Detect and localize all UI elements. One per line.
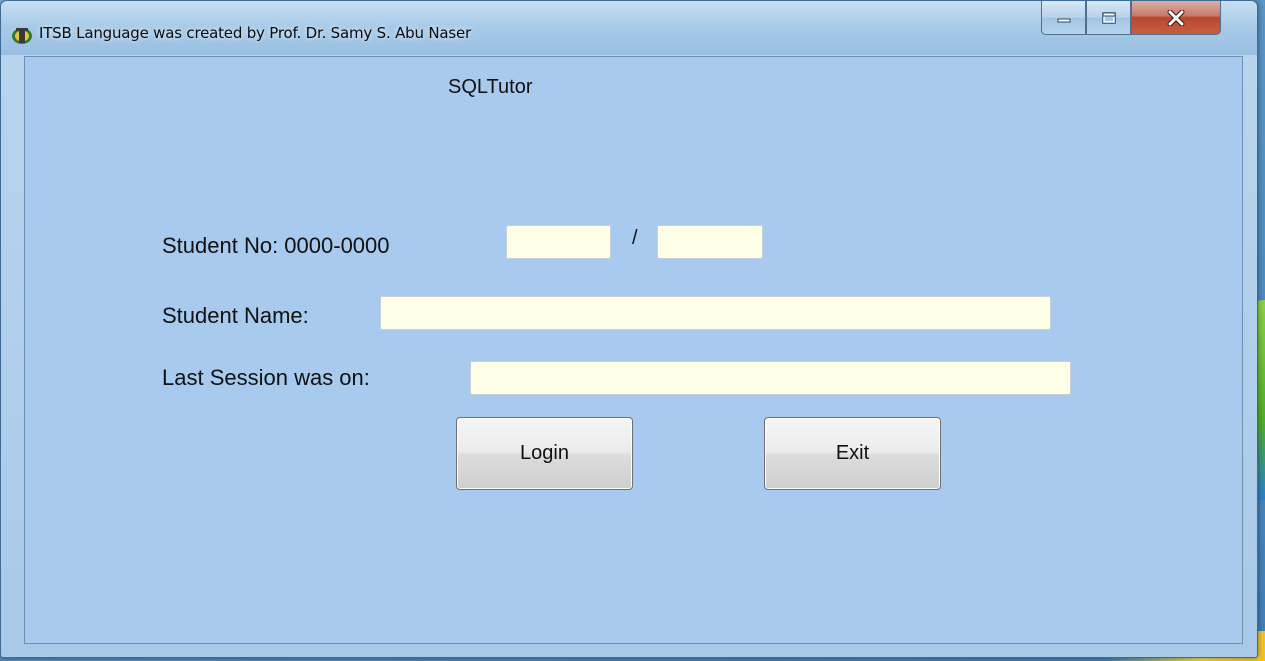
login-button[interactable]: Login [456,417,633,490]
minimize-button[interactable] [1041,1,1086,35]
close-button[interactable] [1131,1,1221,35]
minimize-icon [1057,18,1070,22]
student-no-separator: / [632,227,638,249]
window-title: ITSB Language was created by Prof. Dr. S… [39,24,471,42]
app-heading: SQLTutor [448,76,533,98]
close-icon [1167,9,1185,26]
last-session-input[interactable] [470,361,1071,395]
last-session-label: Last Session was on: [162,365,370,390]
window-controls [1041,1,1221,35]
app-window: ITSB Language was created by Prof. Dr. S… [0,0,1258,658]
exit-button-label: Exit [835,442,870,464]
login-button-label: Login [520,442,569,464]
student-no-part2-input[interactable] [657,225,763,259]
student-no-label: Student No: 0000-0000 [162,233,390,258]
form-client-area: SQLTutor Student No: 0000-0000 / Student… [24,56,1243,644]
student-name-label: Student Name: [162,303,309,328]
title-bar[interactable]: ITSB Language was created by Prof. Dr. S… [1,1,1257,55]
exit-button[interactable]: Exit [764,417,941,490]
itsb-app-icon[interactable] [11,25,33,45]
student-name-input[interactable] [380,296,1051,330]
student-no-part1-input[interactable] [506,225,611,259]
maximize-icon [1101,11,1116,24]
maximize-button[interactable] [1086,1,1131,35]
